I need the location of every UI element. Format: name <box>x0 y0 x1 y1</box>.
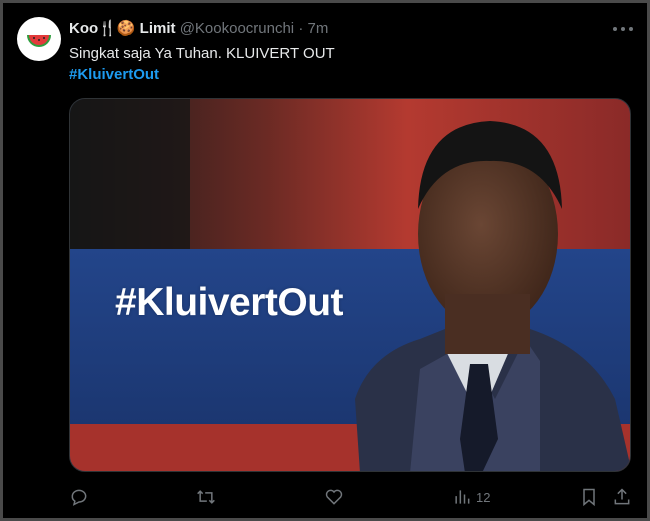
display-name[interactable]: Koo🍴🍪 Limit <box>69 20 176 37</box>
views-count: 12 <box>476 489 491 505</box>
like-button[interactable] <box>324 485 344 509</box>
tweet-header: Koo🍴🍪 Limit @Kookoocrunchi · 7m <box>69 19 328 39</box>
like-icon <box>325 489 343 505</box>
tweet-text: Singkat saja Ya Tuhan. KLUIVERT OUT #Klu… <box>69 43 629 85</box>
handle[interactable]: @Kookoocrunchi <box>180 20 294 37</box>
media-overlay-text: #KluivertOut <box>115 281 344 324</box>
watermelon-avatar-icon <box>27 35 51 47</box>
hashtag-link[interactable]: #KluivertOut <box>69 64 629 85</box>
share-icon <box>614 488 630 505</box>
views-icon <box>455 490 470 504</box>
tweet-media-image[interactable]: #KluivertOut <box>69 98 631 472</box>
bookmark-button[interactable] <box>579 485 599 509</box>
views-button[interactable]: 12 <box>452 485 490 509</box>
avatar[interactable] <box>17 17 61 61</box>
share-button[interactable] <box>612 485 632 509</box>
reply-button[interactable] <box>69 485 89 509</box>
timestamp[interactable]: 7m <box>308 20 329 37</box>
tweet-body: Singkat saja Ya Tuhan. KLUIVERT OUT <box>69 45 335 62</box>
more-icon[interactable] <box>609 19 637 39</box>
action-bar: 12 <box>69 483 637 511</box>
reply-icon <box>71 489 87 506</box>
tweet-card[interactable]: Koo🍴🍪 Limit @Kookoocrunchi · 7m Singkat … <box>3 3 647 518</box>
window-frame: Koo🍴🍪 Limit @Kookoocrunchi · 7m Singkat … <box>0 0 650 521</box>
retweet-icon <box>197 490 215 504</box>
retweet-button[interactable] <box>196 485 216 509</box>
bookmark-icon <box>583 488 595 507</box>
separator: · <box>298 20 304 37</box>
